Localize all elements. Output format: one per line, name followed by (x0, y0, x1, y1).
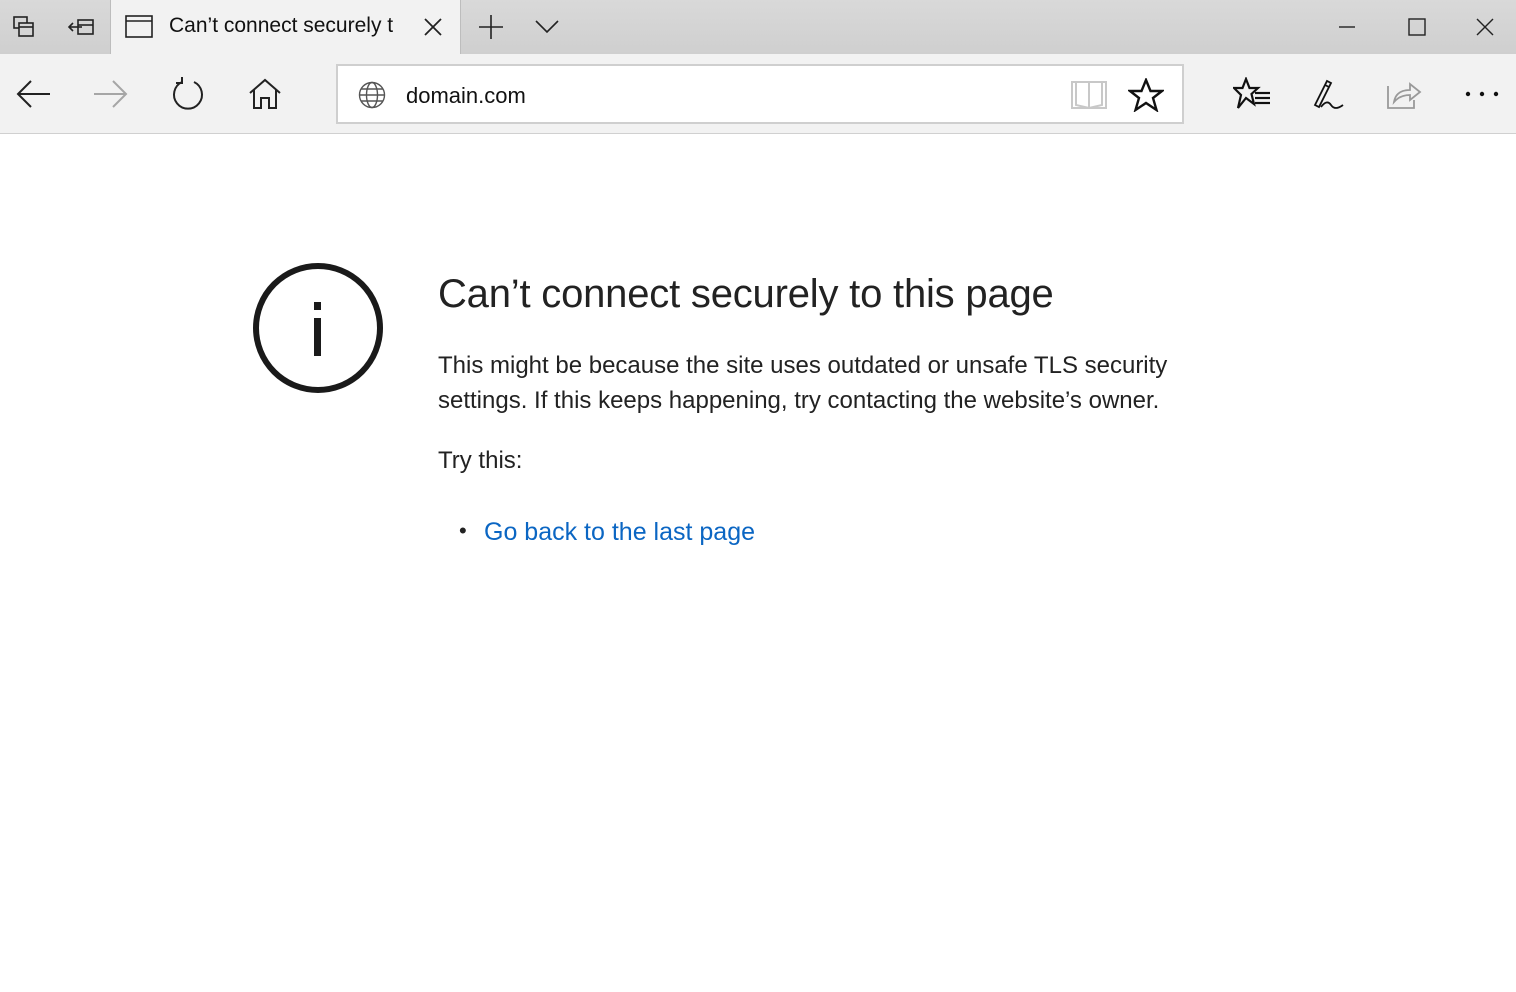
maximize-icon (1408, 18, 1426, 36)
tabs-aside-icon (13, 16, 34, 37)
forward-button[interactable] (80, 54, 140, 133)
web-note-button[interactable] (1298, 54, 1358, 133)
close-icon (1476, 18, 1494, 36)
forward-icon (94, 79, 128, 108)
try-this-label: Try this: (438, 447, 523, 474)
tabs-set-aside-button[interactable] (56, 0, 106, 54)
title-bar: Can’t connect securely t (0, 0, 1516, 54)
info-icon (253, 263, 383, 393)
tab-preview-button[interactable] (526, 0, 568, 54)
plus-icon (479, 15, 503, 39)
refresh-button[interactable] (158, 54, 218, 133)
close-tab-icon[interactable] (423, 17, 443, 37)
navigation-toolbar: domain.com (0, 54, 1516, 134)
new-tab-button[interactable] (470, 0, 512, 54)
share-button[interactable] (1374, 54, 1434, 133)
more-button[interactable] (1452, 54, 1512, 133)
favorites-hub-icon (1233, 76, 1270, 109)
chevron-down-icon (535, 20, 559, 34)
maximize-button[interactable] (1388, 0, 1446, 54)
home-button[interactable] (235, 54, 295, 133)
back-icon (16, 79, 50, 108)
favorite-star-icon[interactable] (1128, 78, 1164, 112)
minimize-button[interactable] (1318, 0, 1376, 54)
favorites-hub-button[interactable] (1222, 54, 1282, 133)
home-icon (249, 78, 281, 109)
restore-tabs-icon (67, 19, 94, 35)
tab-title: Can’t connect securely t (169, 14, 394, 37)
address-input[interactable]: domain.com (406, 83, 526, 109)
bullet: • (459, 518, 467, 543)
back-button[interactable] (4, 54, 64, 133)
close-window-button[interactable] (1456, 0, 1514, 54)
active-tab[interactable]: Can’t connect securely t (110, 0, 461, 54)
page-content: Can’t connect securely to this page This… (0, 134, 1516, 992)
address-bar[interactable]: domain.com (336, 64, 1184, 124)
error-heading: Can’t connect securely to this page (438, 272, 1054, 316)
set-tabs-aside-button[interactable] (0, 0, 48, 54)
refresh-icon (173, 76, 203, 110)
page-icon (125, 15, 153, 38)
share-icon (1387, 81, 1422, 109)
reading-view-icon[interactable] (1070, 79, 1108, 111)
minimize-icon (1339, 26, 1355, 28)
more-icon (1465, 91, 1499, 96)
globe-icon (358, 81, 386, 109)
go-back-link[interactable]: Go back to the last page (484, 518, 755, 547)
error-description: This might be because the site uses outd… (438, 352, 1168, 414)
web-note-icon (1313, 79, 1344, 109)
